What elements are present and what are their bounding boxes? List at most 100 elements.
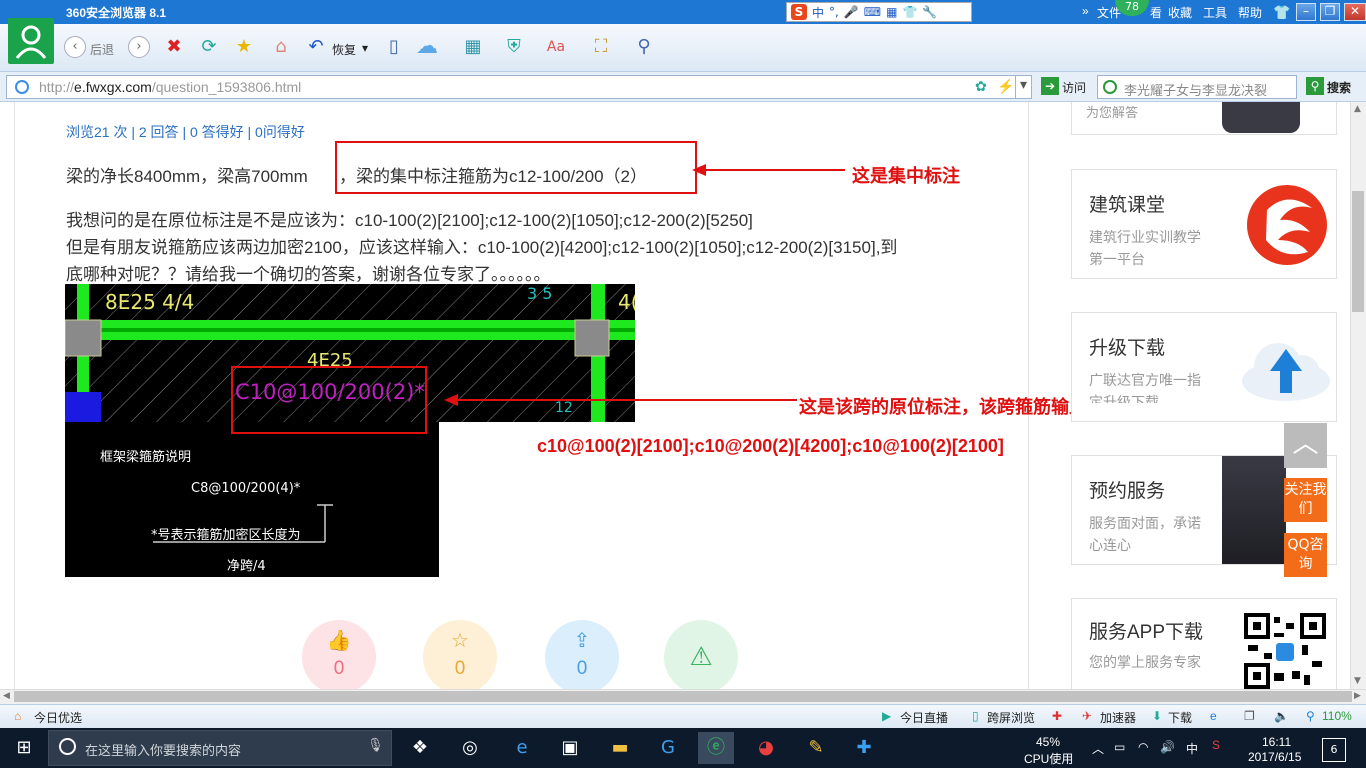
back-label[interactable]: 后退 [90, 41, 114, 58]
search-engine-icon[interactable] [1103, 80, 1117, 94]
stop-icon[interactable]: ✖ [163, 36, 185, 58]
mic-icon[interactable]: 🎙 [367, 738, 384, 753]
tray-chevron-icon[interactable]: ︿ [1092, 740, 1104, 757]
ime-toolbar[interactable]: S 中 °, 🎤 ⌨ ▦ 👕 🔧 [786, 2, 972, 22]
scroll-left-icon[interactable]: ◀ [3, 691, 10, 701]
zoom-level[interactable]: 110% [1322, 709, 1352, 723]
speaker-icon[interactable]: 🔊 [1160, 740, 1175, 754]
notes-icon[interactable]: ✎ [798, 732, 834, 764]
downloads[interactable]: 下载 [1168, 709, 1192, 726]
visit-button[interactable]: 访问 [1062, 79, 1086, 96]
sidebar-card-app[interactable]: 服务APP下载 您的掌上服务专家 [1071, 598, 1337, 690]
favorite-star-icon[interactable]: ★ [233, 36, 255, 58]
play-icon[interactable]: ▶ [882, 709, 891, 723]
shirt-skin-icon[interactable]: 👕 [1273, 4, 1290, 21]
share-button[interactable]: ⇪ 0 [545, 620, 619, 694]
refresh-icon[interactable]: ⟳ [198, 36, 220, 58]
ie-icon[interactable]: e [1210, 709, 1217, 723]
cross-screen[interactable]: 跨屏浏览 [987, 709, 1035, 726]
shield-icon[interactable]: ⛨ [503, 36, 525, 58]
download-icon[interactable]: ⬇ [1152, 709, 1162, 723]
address-input[interactable]: http://e.fwxgx.com/question_1593806.html… [6, 75, 1032, 99]
windows-start-icon[interactable]: ⊞ [6, 732, 42, 764]
phone-screen-icon[interactable]: ▯ [972, 709, 979, 723]
search-input[interactable]: 李光耀子女与李显龙决裂 [1097, 75, 1297, 99]
magnifier-icon[interactable]: ⚲ [633, 36, 655, 58]
app-blue-icon[interactable]: ✚ [846, 732, 882, 764]
qq-consult-button[interactable]: QQ咨询 [1284, 533, 1327, 577]
like-button[interactable]: 👍 0 [302, 620, 376, 694]
store-icon[interactable]: ▣ [552, 732, 588, 764]
maximize-button[interactable]: ❐ [1320, 3, 1340, 21]
scroll-up-icon[interactable]: ▲ [1354, 104, 1361, 114]
ime-punct[interactable]: °, [829, 5, 839, 19]
menu-help[interactable]: 帮助 [1238, 4, 1262, 21]
glodon-app-icon[interactable]: G [650, 732, 686, 764]
horizontal-scroll-thumb[interactable] [14, 691, 1352, 702]
close-button[interactable]: ✕ [1344, 3, 1366, 21]
accelerator-icon[interactable]: ✈ [1082, 709, 1092, 723]
follow-us-button[interactable]: 关注我们 [1284, 478, 1327, 522]
undo-icon[interactable]: ↶ [305, 36, 327, 58]
url-dropdown-icon[interactable]: ▾ [1015, 76, 1031, 98]
minimize-button[interactable]: – [1296, 3, 1316, 21]
ime-indicator[interactable]: 中 [1186, 740, 1198, 757]
back-to-top-button[interactable]: ︿ [1284, 423, 1327, 468]
cloud-icon[interactable]: ☁ [416, 36, 438, 58]
sidebar-card-download[interactable]: 升级下载 广联达官方唯一指定升级下载 [1071, 312, 1337, 422]
scroll-right-icon[interactable]: ▶ [1354, 691, 1361, 701]
menu-view-partial[interactable]: 看 [1150, 4, 1162, 21]
volume-icon[interactable]: 🔈 [1274, 709, 1289, 723]
sidebar-card-partial[interactable]: 为您解答 [1071, 102, 1337, 135]
search-button[interactable]: 搜索 [1327, 79, 1351, 96]
go-icon[interactable]: ➔ [1041, 77, 1059, 95]
notification-icon[interactable]: 6 [1322, 738, 1346, 762]
wifi-icon[interactable]: ◠ [1138, 740, 1148, 754]
app-360-icon[interactable]: ◎ [452, 732, 488, 764]
security-icon[interactable]: ✿ [975, 78, 987, 95]
gift-icon[interactable]: ⌂ [14, 709, 21, 723]
edge-icon[interactable]: e [504, 732, 540, 764]
search-icon[interactable]: ⚲ [1306, 77, 1324, 95]
sogou-tray-icon[interactable]: S [1212, 738, 1220, 752]
user-avatar-icon[interactable] [8, 18, 54, 64]
clock-time[interactable]: 16:11 [1262, 735, 1291, 749]
apps-icon[interactable]: ▦ [462, 36, 484, 58]
window-icon[interactable]: ❐ [1244, 709, 1255, 723]
chevron-down-icon[interactable]: ▾ [362, 41, 368, 55]
task-view-icon[interactable]: ❖ [402, 732, 438, 764]
chevron-icon[interactable]: » [1082, 4, 1089, 18]
phone-icon[interactable]: ▯ [383, 36, 405, 58]
shirt-icon[interactable]: 👕 [902, 5, 917, 19]
explorer-icon[interactable]: ▬ [602, 732, 638, 764]
browser-360-task-icon[interactable]: ⓔ [698, 732, 734, 764]
today-live[interactable]: 今日直播 [900, 709, 948, 726]
taskbar-search[interactable]: 在这里输入你要搜索的内容 🎙 [48, 730, 392, 766]
zoom-icon[interactable]: ⚲ [1306, 709, 1315, 723]
microphone-icon[interactable]: 🎤 [844, 5, 859, 19]
medical-icon[interactable]: ✚ [1052, 709, 1062, 723]
grid-icon[interactable]: ▦ [886, 5, 897, 19]
speed-icon[interactable]: ⚡ [997, 78, 1014, 95]
scroll-down-icon[interactable]: ▼ [1354, 676, 1361, 686]
favorite-button[interactable]: ☆ 0 [423, 620, 497, 694]
translate-icon[interactable]: Aa [545, 36, 567, 58]
accelerator[interactable]: 加速器 [1100, 709, 1136, 726]
restore-label[interactable]: 恢复 [332, 41, 356, 58]
sidebar-card-classroom[interactable]: 建筑课堂 建筑行业实训教学第一平台 [1071, 169, 1337, 279]
screenshot-icon[interactable]: ⛶ [590, 36, 612, 58]
ime-lang[interactable]: 中 [812, 4, 824, 21]
clock-date[interactable]: 2017/6/15 [1248, 750, 1301, 764]
menu-tools[interactable]: 工具 [1203, 4, 1227, 21]
today-picks[interactable]: 今日优选 [34, 709, 82, 726]
keyboard-icon[interactable]: ⌨ [864, 5, 881, 19]
back-button[interactable]: ‹ [64, 36, 86, 58]
report-button[interactable]: ⚠ [664, 620, 738, 694]
home-icon[interactable]: ⌂ [270, 36, 292, 58]
vertical-scroll-thumb[interactable] [1352, 191, 1364, 312]
forward-button[interactable]: › [128, 36, 150, 58]
wrench-icon[interactable]: 🔧 [922, 5, 937, 19]
question-stats[interactable]: 浏览21 次 | 2 回答 | 0 答得好 | 0问得好 [66, 122, 305, 142]
network-icon[interactable]: ▭ [1114, 740, 1125, 754]
app-red-icon[interactable]: ◕ [748, 732, 784, 764]
